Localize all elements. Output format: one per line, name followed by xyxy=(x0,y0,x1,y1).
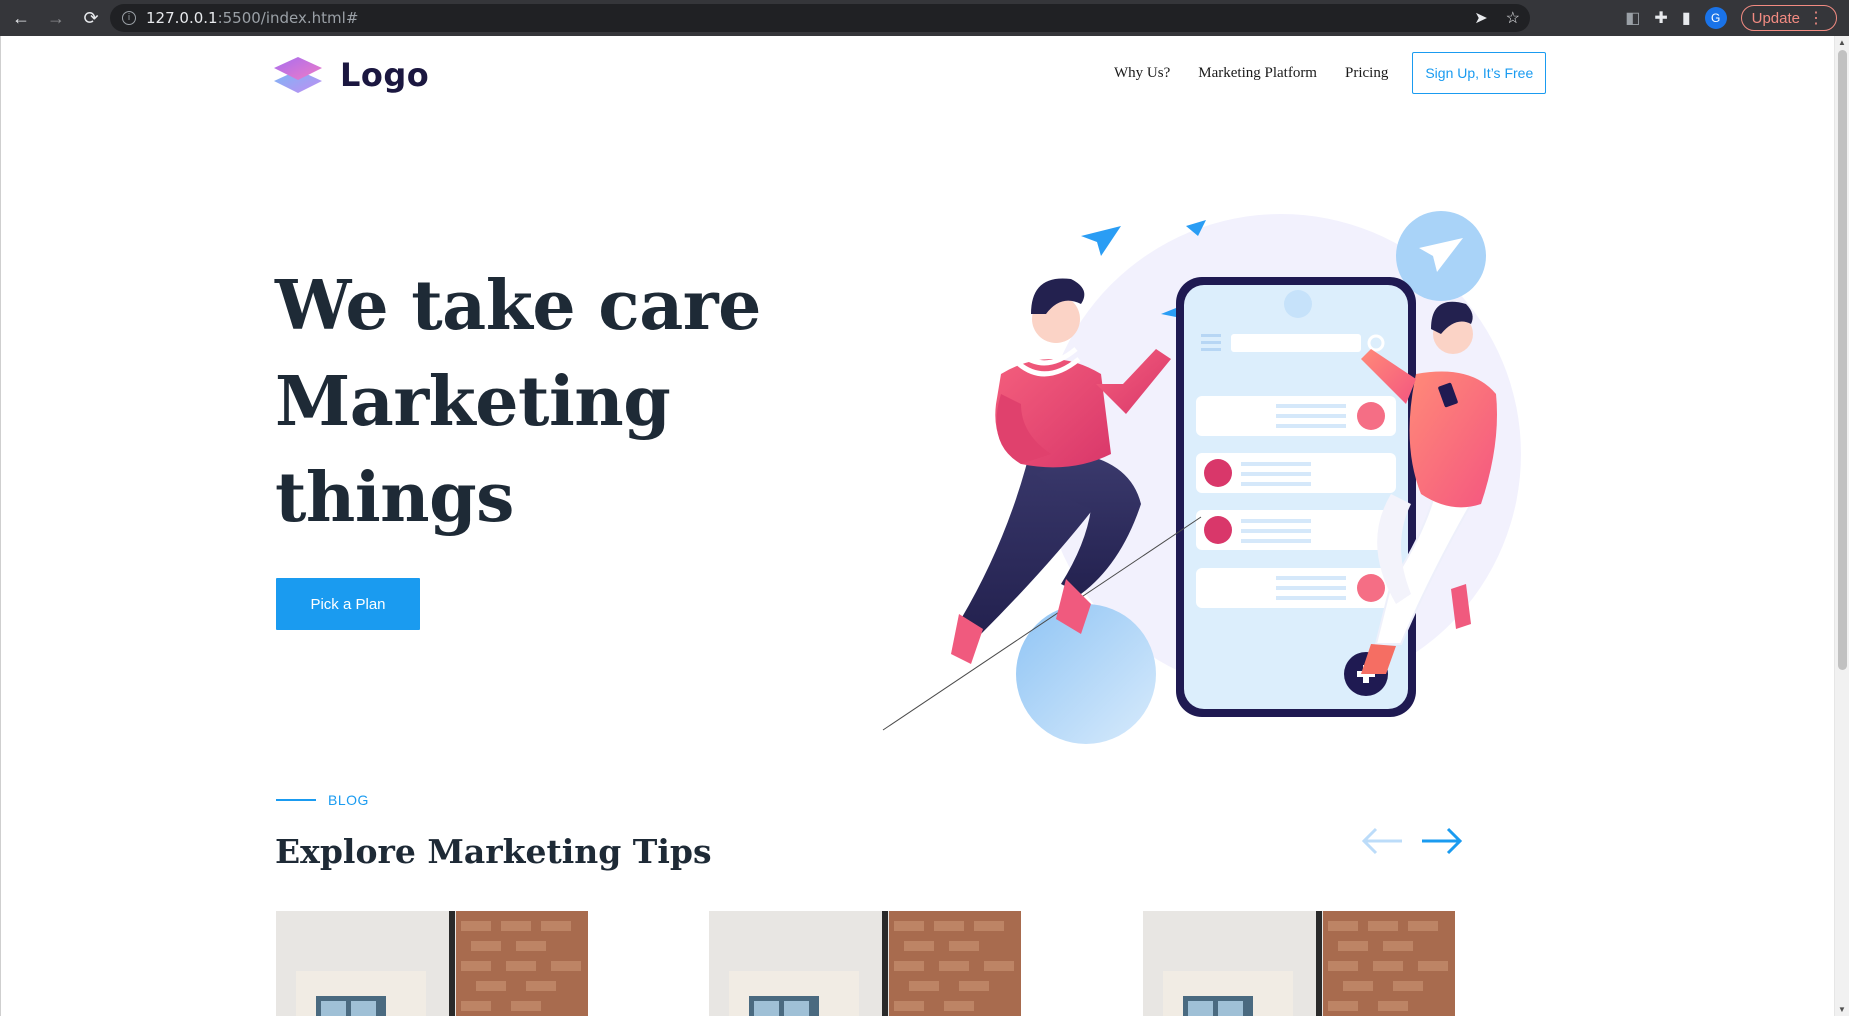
hero-illustration xyxy=(882,211,1521,744)
pick-plan-button[interactable]: Pick a Plan xyxy=(276,578,420,630)
main-nav: Why Us? Marketing Platform Pricing Sign … xyxy=(1114,52,1547,94)
blog-card-image[interactable] xyxy=(276,911,588,1016)
site-info-icon[interactable]: i xyxy=(122,11,136,25)
blog-tag: BLOG xyxy=(328,792,369,808)
address-bar[interactable]: i 127.0.0.1:5500/index.html# ➤ ☆ xyxy=(110,4,1530,32)
layers-logo-icon xyxy=(274,57,322,93)
nav-marketing-platform[interactable]: Marketing Platform xyxy=(1198,65,1317,82)
update-button[interactable]: Update ⋮ xyxy=(1740,5,1837,31)
hero-line-3: things xyxy=(275,458,514,538)
back-icon[interactable]: ← xyxy=(7,4,35,32)
extension-icon[interactable]: ◧ xyxy=(1625,8,1640,28)
paper-plane-icon xyxy=(1081,226,1121,256)
blog-card-image[interactable] xyxy=(1143,911,1455,1016)
blog-title: Explore Marketing Tips xyxy=(275,832,712,871)
bookmark-star-icon[interactable]: ☆ xyxy=(1506,8,1520,28)
url-text[interactable]: 127.0.0.1:5500/index.html# xyxy=(146,9,358,27)
side-panel-icon[interactable]: ▮ xyxy=(1682,8,1691,28)
nav-pricing[interactable]: Pricing xyxy=(1345,65,1388,82)
hero-line-1: We take care xyxy=(275,266,761,346)
prev-arrow-icon[interactable] xyxy=(1360,826,1404,856)
next-arrow-icon[interactable] xyxy=(1420,826,1464,856)
eyebrow-rule xyxy=(276,799,316,801)
blog-card-image[interactable] xyxy=(709,911,1021,1016)
decor-circle xyxy=(1016,604,1156,744)
reload-icon[interactable]: ⟳ xyxy=(77,4,105,32)
profile-avatar[interactable]: G xyxy=(1704,7,1727,29)
page-viewport: Logo Why Us? Marketing Platform Pricing … xyxy=(0,36,1849,1016)
page-scrollbar[interactable]: ▲ ▼ xyxy=(1834,36,1849,1016)
hero-line-2-highlight: Marketing xyxy=(275,354,671,450)
menu-kebab-icon: ⋮ xyxy=(1808,10,1824,27)
scroll-up-icon[interactable]: ▲ xyxy=(1838,38,1846,47)
send-icon[interactable]: ➤ xyxy=(1474,8,1487,28)
forward-icon[interactable]: → xyxy=(42,4,70,32)
hero-title: We take care Marketing things xyxy=(275,258,761,546)
site-logo[interactable]: Logo xyxy=(274,56,429,94)
puzzle-icon[interactable]: ✚ xyxy=(1654,8,1667,28)
scroll-down-icon[interactable]: ▼ xyxy=(1838,1005,1846,1014)
logo-text: Logo xyxy=(340,56,430,94)
nav-why-us[interactable]: Why Us? xyxy=(1114,65,1170,82)
signup-button[interactable]: Sign Up, It’s Free xyxy=(1412,52,1547,94)
blog-eyebrow: BLOG xyxy=(276,792,369,808)
scrollbar-thumb[interactable] xyxy=(1838,50,1847,670)
browser-toolbar: ← → ⟳ i 127.0.0.1:5500/index.html# ➤ ☆ ◧… xyxy=(0,0,1849,36)
